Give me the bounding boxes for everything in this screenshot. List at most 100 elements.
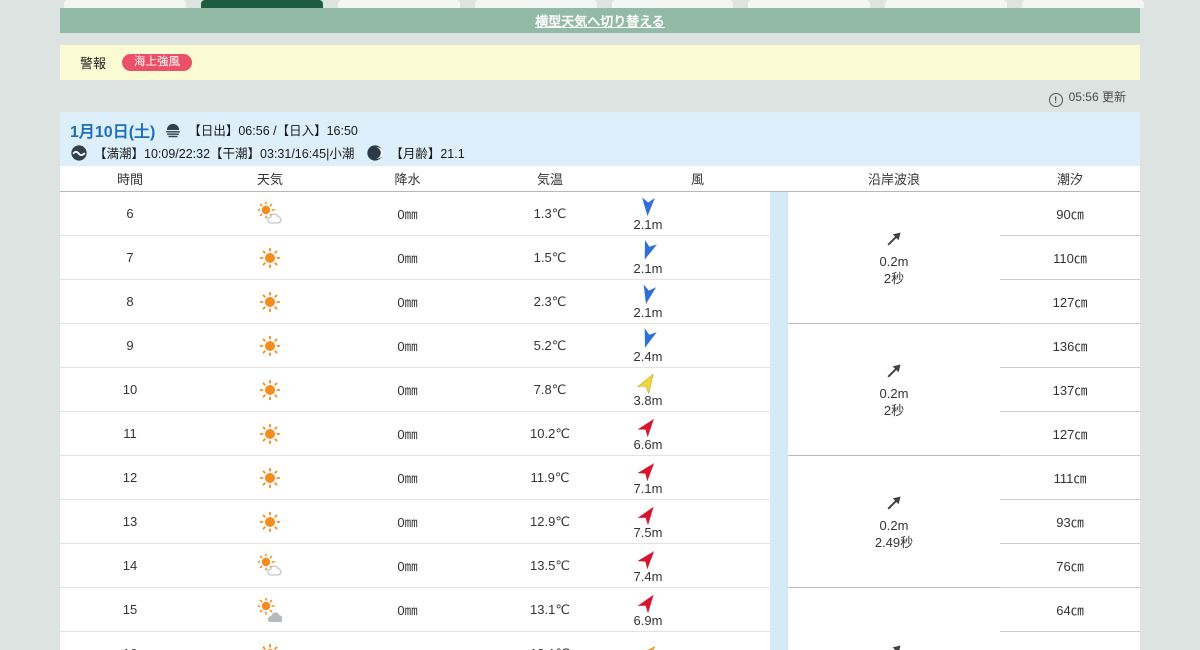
col-header-temp: 気温	[536, 172, 563, 187]
wind-speed-label: 2.4m	[633, 348, 663, 364]
weather-cell	[200, 553, 340, 578]
wave-icon	[70, 144, 88, 162]
time-cell: 15	[122, 602, 138, 617]
wind-cell: 7.4m	[625, 548, 770, 584]
table-row: 12 0㎜ 11.9℃ 7.1m	[60, 456, 770, 500]
precip-cell: 0㎜	[397, 251, 418, 266]
temp-cell: 1.3℃	[533, 205, 567, 221]
time-cell: 16	[60, 646, 200, 650]
temp-cell: 11.9℃	[530, 469, 570, 485]
tide-cell: 127㎝	[1000, 412, 1140, 456]
wave-direction-arrow-icon	[883, 492, 905, 518]
warning-label: 警報	[80, 56, 107, 71]
info-icon: !	[1048, 93, 1063, 107]
precip-cell: 0㎜	[397, 515, 418, 530]
table-row: 15 0㎜ 13.1℃ 6.9m	[60, 588, 770, 632]
precip-cell: 0㎜	[340, 644, 475, 650]
wave-group-cell: 0.2m 2.49秒	[788, 456, 1000, 588]
wave-period-label: 2.49秒	[874, 534, 914, 550]
wave-group-cell: 0.2m 2秒	[788, 324, 1000, 456]
time-cell: 10	[122, 382, 138, 397]
tide-cell: 53㎝	[1000, 632, 1140, 650]
tab-3[interactable]	[474, 0, 597, 8]
wave-direction-arrow-icon	[883, 228, 905, 254]
weather-cell	[200, 201, 340, 226]
temp-cell: 7.8℃	[533, 381, 567, 397]
date-header: 1月10日(土) 【日出】06:56 /【日入】16:50 【満潮】10:09/…	[60, 112, 1140, 166]
temp-cell: 12.9℃	[530, 513, 570, 529]
tide-cell: 93㎝	[1000, 500, 1140, 544]
tide-column: 90㎝110㎝127㎝136㎝137㎝127㎝111㎝93㎝76㎝64㎝53㎝	[1000, 192, 1140, 650]
precip-cell: 0㎜	[397, 427, 418, 442]
precip-cell: 0㎜	[397, 559, 418, 574]
tab-7[interactable]	[1022, 0, 1144, 8]
weather-cell	[200, 378, 340, 402]
weather-cell	[200, 642, 340, 650]
tab-4[interactable]	[611, 0, 734, 8]
wave-group-cell	[788, 588, 1000, 650]
precip-cell: 0㎜	[397, 295, 418, 310]
warning-badge[interactable]: 海上強風	[122, 53, 193, 72]
col-header-weather: 天気	[256, 172, 283, 187]
update-time: ! 05:56 更新	[60, 88, 1126, 107]
wind-speed-label: 2.1m	[633, 304, 663, 320]
tab-1[interactable]	[200, 0, 323, 8]
date-label: 1月10日(土)	[70, 123, 156, 141]
sun-icon	[200, 334, 340, 358]
col-header-tide: 潮汐	[1056, 172, 1083, 187]
tab-6[interactable]	[885, 0, 1008, 8]
weather-cell	[200, 597, 340, 622]
tab-2[interactable]	[337, 0, 460, 8]
hourly-rows: 6 0㎜ 1.3℃ 2.1m 7 0㎜ 1.5℃ 2.1m 8 0㎜ 2.3℃ 2.1m 9 0㎜ 5.2℃…	[60, 192, 770, 650]
table-row: 6 0㎜ 1.3℃ 2.1m	[60, 192, 770, 236]
sun-icon	[200, 510, 340, 534]
tide-cell: 90㎝	[1000, 192, 1140, 236]
tab-5[interactable]	[748, 0, 871, 8]
temp-cell: 2.3℃	[533, 293, 567, 309]
tab-strip	[64, 0, 1144, 8]
temp-cell: 10.2℃	[530, 425, 570, 441]
time-cell: 13	[122, 514, 138, 529]
weather-cell	[200, 466, 340, 490]
wave-height-label: 0.2m	[879, 518, 909, 534]
table-body: 6 0㎜ 1.3℃ 2.1m 7 0㎜ 1.5℃ 2.1m 8 0㎜ 2.3℃ 2.1m 9 0㎜ 5.2℃…	[60, 192, 1140, 650]
table-row: 11 0㎜ 10.2℃ 6.6m	[60, 412, 770, 456]
col-header-time: 時間	[116, 172, 143, 187]
wind-cell: 3.8m	[625, 372, 770, 408]
weather-forecast-page: 横型天気へ切り替える 警報 海上強風 ! 05:56 更新 1月10日(土) 【日…	[0, 0, 1200, 650]
table-row: 8 0㎜ 2.3℃ 2.1m	[60, 280, 770, 324]
wave-height-label: 0.2m	[879, 386, 909, 402]
tide-cell: 110㎝	[1000, 236, 1140, 280]
sun-cloud-icon	[200, 553, 340, 578]
wave-period-label: 2秒	[883, 402, 905, 418]
time-cell: 12	[122, 470, 138, 485]
wind-direction-arrow-icon	[640, 196, 656, 220]
temp-cell: 13.5℃	[530, 557, 570, 573]
moon-icon	[366, 144, 384, 162]
table-row: 16 0㎜13.1℃	[60, 632, 770, 650]
table-row: 13 0㎜ 12.9℃ 7.5m	[60, 500, 770, 544]
sun-icon	[200, 378, 340, 402]
col-header-precip: 降水	[394, 172, 421, 187]
wave-height-label: 0.2m	[879, 254, 909, 270]
sunrise-icon	[164, 121, 182, 139]
weather-cell	[200, 334, 340, 358]
switch-layout-link[interactable]: 横型天気へ切り替える	[535, 11, 665, 30]
coastal-wave-column: 0.2m 2秒 0.2m 2秒 0.2m 2.49秒	[788, 192, 1000, 650]
time-cell: 11	[123, 426, 137, 441]
wave-direction-arrow-icon	[883, 360, 905, 386]
tab-0[interactable]	[64, 0, 186, 8]
precip-cell: 0㎜	[397, 207, 418, 222]
wind-cell: 2.1m	[625, 284, 770, 320]
moon-age-label: 【月齢】21.1	[390, 147, 465, 161]
wave-group-cell: 0.2m 2秒	[788, 192, 1000, 324]
weather-cell	[200, 510, 340, 534]
sun-icon	[200, 466, 340, 490]
sun-cloud-icon	[200, 201, 340, 226]
time-cell: 6	[126, 206, 134, 221]
table-row: 9 0㎜ 5.2℃ 2.4m	[60, 324, 770, 368]
weather-cell	[200, 246, 340, 270]
update-time-label: 05:56 更新	[1068, 90, 1126, 104]
table-row: 7 0㎜ 1.5℃ 2.1m	[60, 236, 770, 280]
table-row: 10 0㎜ 7.8℃ 3.8m	[60, 368, 770, 412]
